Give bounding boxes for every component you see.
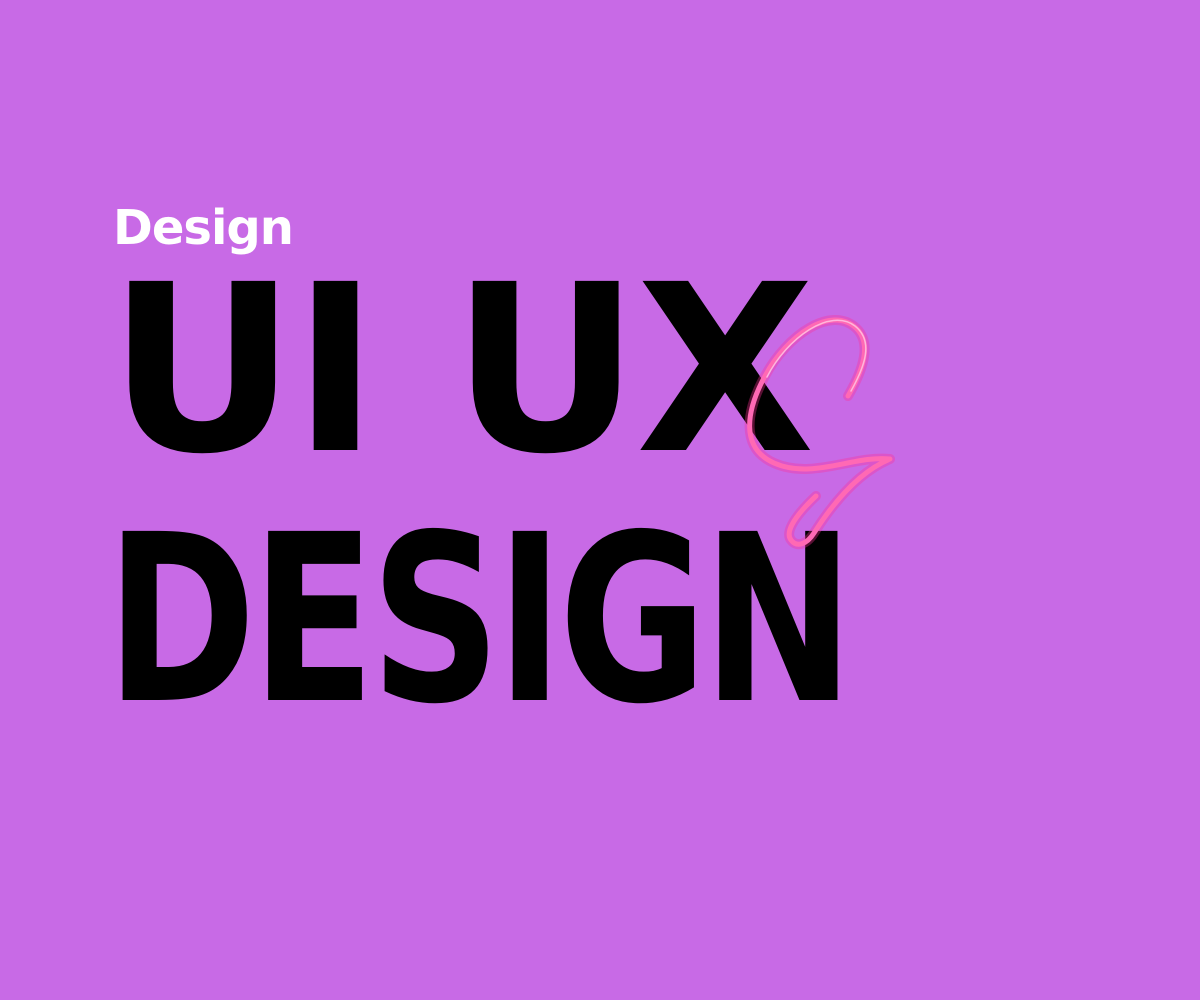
headline-line-1: UI UX	[108, 235, 815, 505]
script-ampersand-icon	[744, 315, 895, 550]
poster-canvas: Design UI UX DESIGN	[0, 0, 1200, 1000]
ampersand-glow-stroke	[744, 315, 895, 550]
